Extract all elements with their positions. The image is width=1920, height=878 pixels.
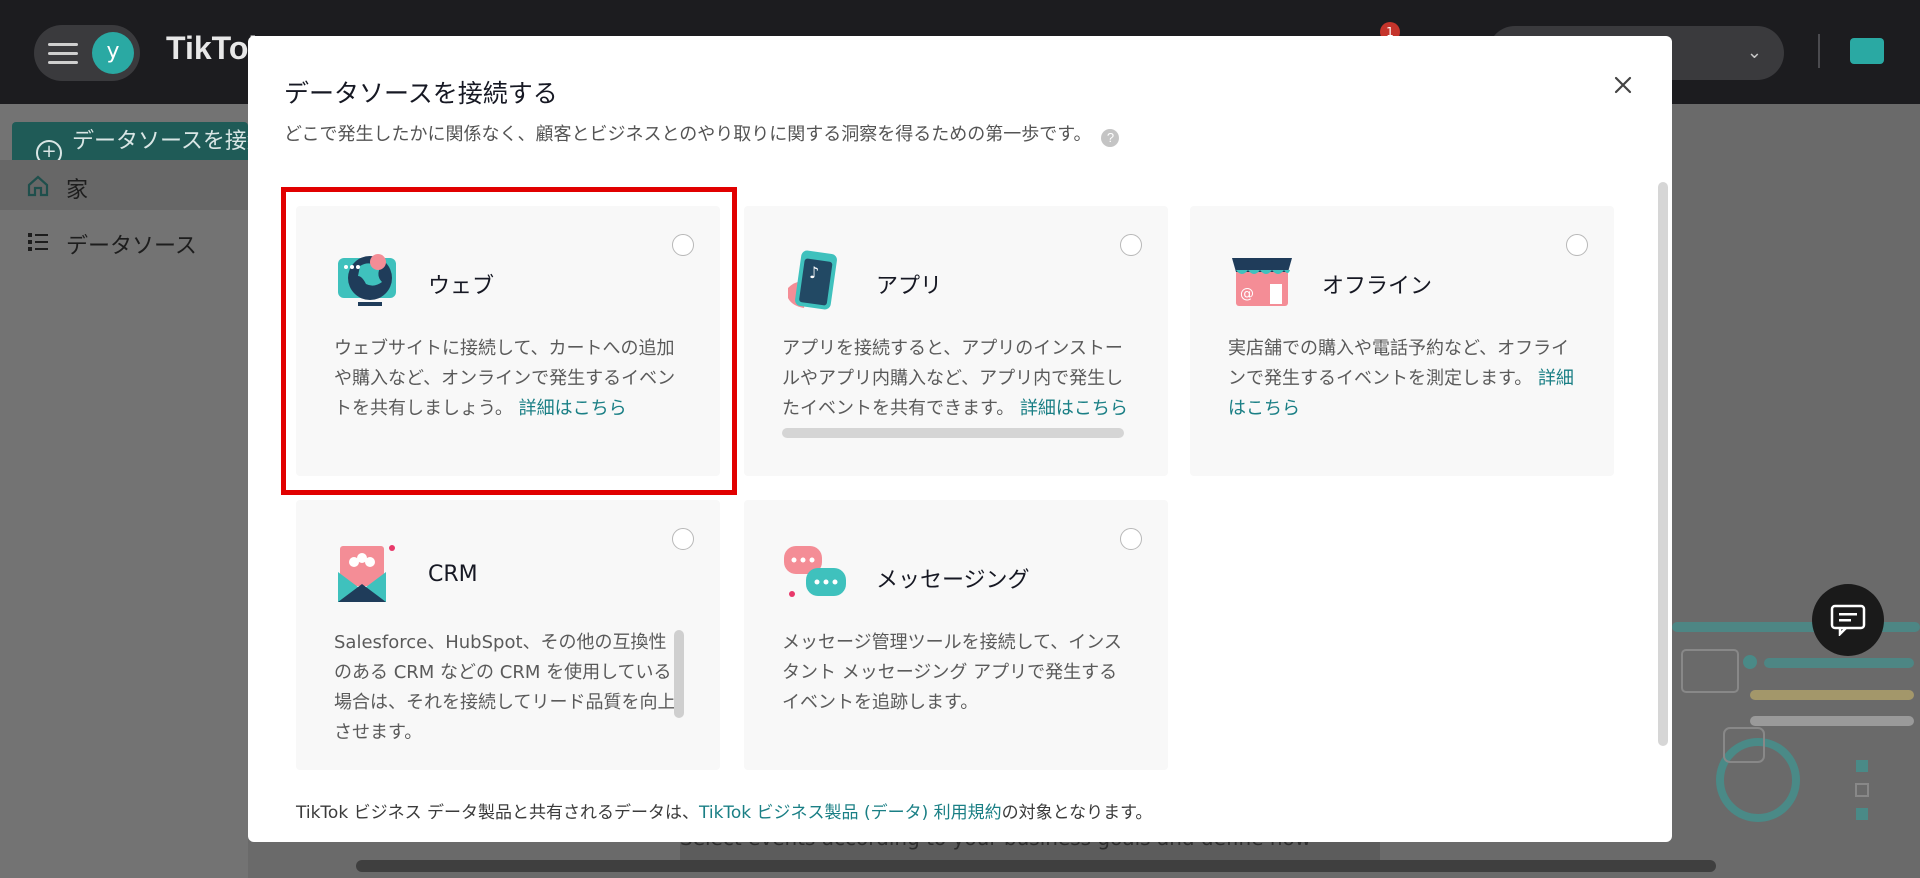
terms-footer: TikTok ビジネス データ製品と共有されるデータは、TikTok ビジネス製… <box>296 798 1152 823</box>
sidebar: + データソースを接続する 家 データソース <box>0 104 262 878</box>
card-offline[interactable]: @ オフライン 実店舗での購入や電話予約など、オフラインで発生するイベントを測定… <box>1190 206 1614 476</box>
card-app[interactable]: ♪ アプリ アプリを接続すると、アプリのインストールやアプリ内購入など、アプリ内… <box>744 206 1168 476</box>
modal-title: データソースを接続する <box>284 79 558 108</box>
card-description: 実店舗での購入や電話予約など、オフラインで発生するイベントを測定します。 詳細は… <box>1228 334 1576 446</box>
sidebar-item-data-sources[interactable]: データソース <box>0 216 248 266</box>
terms-link[interactable]: TikTok ビジネス製品 (データ) 利用規約 <box>699 803 1002 823</box>
card-messaging[interactable]: メッセージング メッセージ管理ツールを接続して、インスタント メッセージング ア… <box>744 500 1168 770</box>
card-description: Salesforce、HubSpot、その他の互換性のある CRM などの CR… <box>334 628 682 740</box>
radio-offline[interactable] <box>1566 234 1588 256</box>
connect-button-label: データソースを接続する <box>72 129 262 154</box>
card-description-text: Salesforce、HubSpot、その他の互換性のある CRM などの CR… <box>334 632 676 740</box>
card-title: オフライン <box>1322 274 1433 299</box>
list-icon <box>28 233 48 251</box>
avatar[interactable]: y <box>92 32 134 74</box>
horizontal-scrollbar[interactable] <box>356 860 1716 872</box>
chat-icon <box>1830 604 1866 636</box>
card-title: メッセージング <box>876 568 1030 593</box>
radio-app[interactable] <box>1120 234 1142 256</box>
app-phone-icon: ♪ <box>788 250 837 310</box>
card-description: メッセージ管理ツールを接続して、インスタント メッセージング アプリで発生するイ… <box>782 628 1130 740</box>
menu-pill[interactable]: y <box>34 25 140 81</box>
svg-text:@: @ <box>1240 286 1254 302</box>
sidebar-item-home[interactable]: 家 <box>0 160 248 210</box>
card-horizontal-scrollbar[interactable] <box>782 428 1124 438</box>
footer-suffix: の対象となります。 <box>1001 803 1153 823</box>
home-icon <box>27 175 49 197</box>
crm-mail-icon <box>338 545 395 602</box>
learn-more-link[interactable]: 詳細はこちら <box>1020 398 1128 419</box>
modal-subtitle: どこで発生したかに関係なく、顧客とビジネスとのやり取りに関する洞察を得るための第… <box>284 120 1120 147</box>
store-icon: @ <box>1232 258 1292 306</box>
sidebar-item-label: データソース <box>66 234 197 259</box>
card-title: アプリ <box>876 274 943 299</box>
modal-subtitle-text: どこで発生したかに関係なく、顧客とビジネスとのやり取りに関する洞察を得るための第… <box>284 124 1092 145</box>
card-crm[interactable]: CRM Salesforce、HubSpot、その他の互換性のある CRM など… <box>296 500 720 770</box>
background-illustration <box>1672 622 1920 822</box>
hamburger-menu-icon[interactable] <box>48 43 78 64</box>
help-icon[interactable]: ? <box>1101 129 1120 147</box>
footer-prefix: TikTok ビジネス データ製品と共有されるデータは、 <box>296 803 699 823</box>
radio-messaging[interactable] <box>1120 528 1142 550</box>
card-description-text: メッセージ管理ツールを接続して、インスタント メッセージング アプリで発生するイ… <box>782 632 1122 713</box>
sidebar-item-label: 家 <box>66 178 89 203</box>
chat-support-button[interactable] <box>1812 584 1884 656</box>
highlight-annotation <box>281 187 737 495</box>
chevron-down-icon: ⌄ <box>1746 42 1762 63</box>
close-icon[interactable] <box>1608 70 1638 100</box>
svg-text:♪: ♪ <box>809 263 819 282</box>
card-title: CRM <box>428 562 478 587</box>
card-vertical-scrollbar[interactable] <box>674 630 684 718</box>
ticket-icon[interactable] <box>1850 38 1884 64</box>
divider <box>1818 34 1820 68</box>
chat-bubbles-icon <box>784 546 846 597</box>
radio-crm[interactable] <box>672 528 694 550</box>
modal-scrollbar[interactable] <box>1658 182 1668 746</box>
card-description-text: 実店舗での購入や電話予約など、オフラインで発生するイベントを測定します。 <box>1228 338 1570 389</box>
